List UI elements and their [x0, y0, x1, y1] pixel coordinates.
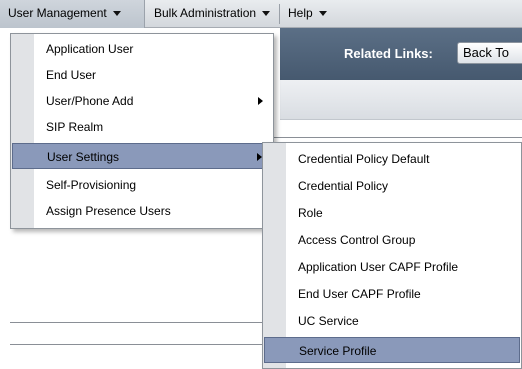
- menu-item-label: Role: [298, 206, 323, 220]
- menu-bulk-administration[interactable]: Bulk Administration: [146, 0, 279, 28]
- divider-line: [10, 322, 264, 323]
- chevron-down-icon: [262, 11, 271, 17]
- menu-user-management[interactable]: User Management: [0, 0, 145, 28]
- menu-item-label: End User: [46, 68, 97, 82]
- menu-item-credential-policy[interactable]: Credential Policy: [264, 173, 520, 199]
- menu-item-access-control-group[interactable]: Access Control Group: [264, 227, 520, 253]
- chevron-down-icon: [318, 11, 327, 17]
- divider-line: [262, 137, 522, 138]
- menu-item-sip-realm[interactable]: SIP Realm: [12, 114, 272, 140]
- menu-item-label: Credential Policy Default: [298, 152, 430, 166]
- menu-item-user-settings[interactable]: User Settings: [12, 143, 272, 169]
- menu-item-label: User Settings: [47, 150, 120, 164]
- menu-item-label: Self-Provisioning: [46, 178, 137, 192]
- related-links-label: Related Links:: [344, 46, 433, 61]
- menu-item-label: User/Phone Add: [46, 94, 134, 108]
- menu-item-label: End User CAPF Profile: [298, 287, 421, 301]
- chevron-right-icon: [258, 97, 263, 105]
- menu-item-label: Application User CAPF Profile: [298, 260, 459, 274]
- menu-item-self-provisioning[interactable]: Self-Provisioning: [12, 172, 272, 198]
- page-toolbar: [280, 80, 522, 120]
- user-settings-submenu: Credential Policy Default Credential Pol…: [262, 142, 522, 369]
- menu-item-uc-service[interactable]: UC Service: [264, 308, 520, 334]
- menu-item-label: SIP Realm: [46, 120, 104, 134]
- page-header-banner: Related Links: Back To: [280, 28, 522, 80]
- menu-bulk-administration-label: Bulk Administration: [154, 6, 257, 20]
- back-to-button[interactable]: Back To: [457, 42, 522, 64]
- menu-item-application-user[interactable]: Application User: [12, 36, 272, 62]
- user-management-menu: Application User End User User/Phone Add…: [10, 33, 274, 229]
- menu-help[interactable]: Help: [280, 0, 340, 28]
- menu-item-user-phone-add[interactable]: User/Phone Add: [12, 88, 272, 114]
- menu-item-application-user-capf-profile[interactable]: Application User CAPF Profile: [264, 254, 520, 280]
- menu-item-assign-presence-users[interactable]: Assign Presence Users: [12, 198, 272, 224]
- chevron-down-icon: [112, 11, 121, 17]
- menu-item-service-profile[interactable]: Service Profile: [264, 337, 520, 363]
- menu-item-label: Application User: [46, 42, 134, 56]
- menu-help-label: Help: [288, 6, 313, 20]
- divider-line: [10, 344, 264, 345]
- menu-item-role[interactable]: Role: [264, 200, 520, 226]
- menu-item-end-user[interactable]: End User: [12, 62, 272, 88]
- menu-item-label: Assign Presence Users: [46, 204, 171, 218]
- menu-item-credential-policy-default[interactable]: Credential Policy Default: [264, 146, 520, 172]
- menu-item-label: Access Control Group: [298, 233, 416, 247]
- menu-item-label: Credential Policy: [298, 179, 389, 193]
- menu-item-label: UC Service: [298, 314, 359, 328]
- menu-item-end-user-capf-profile[interactable]: End User CAPF Profile: [264, 281, 520, 307]
- menu-user-management-label: User Management: [8, 6, 107, 20]
- menu-item-label: Service Profile: [299, 344, 377, 358]
- menubar: User Management Bulk Administration Help: [0, 0, 522, 28]
